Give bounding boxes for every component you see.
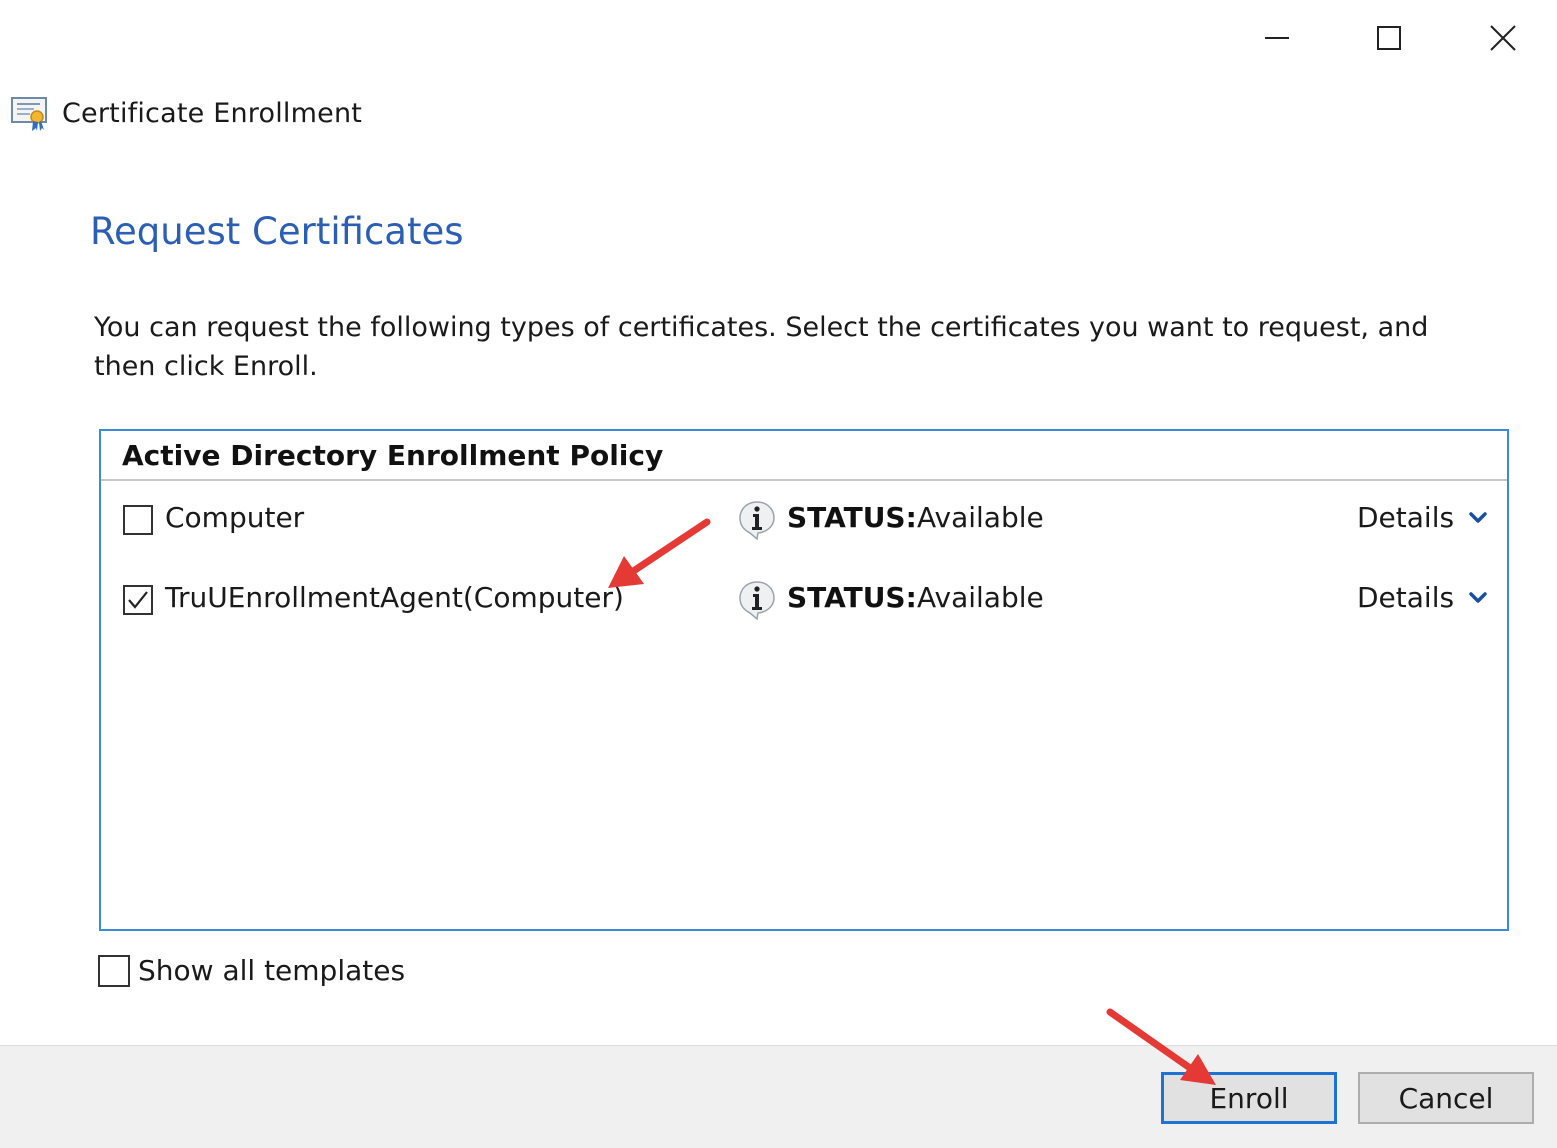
details-label: Details: [1357, 581, 1455, 614]
instructions-text: You can request the following types of c…: [94, 312, 1429, 382]
minimize-icon: [1265, 37, 1289, 39]
certificate-icon: [11, 97, 47, 131]
computer-checkbox[interactable]: [123, 505, 153, 535]
maximize-button[interactable]: [1334, 8, 1444, 68]
app-title: Certificate Enrollment: [62, 97, 363, 129]
dialog-footer: Enroll Cancel: [0, 1045, 1557, 1148]
details-toggle-computer[interactable]: Details: [1357, 501, 1488, 534]
page-title: Request Certificates: [90, 210, 464, 253]
app-header: Certificate Enrollment: [10, 88, 362, 138]
checkmark-icon: [128, 591, 148, 609]
info-icon: [739, 581, 775, 621]
chevron-down-icon: [1469, 591, 1487, 603]
show-all-templates-label[interactable]: Show all templates: [138, 954, 405, 987]
details-label: Details: [1357, 501, 1455, 534]
maximize-icon: [1377, 26, 1401, 50]
info-icon: [739, 501, 775, 541]
certificate-name[interactable]: TruUEnrollmentAgent(Computer): [165, 581, 624, 614]
close-icon: [1490, 25, 1516, 51]
chevron-down-icon: [1469, 511, 1487, 523]
certificate-row-truuenrollmentagent: TruUEnrollmentAgent(Computer) STATUS: Av…: [101, 569, 1507, 633]
status-value: Available: [917, 581, 1044, 614]
certificate-name[interactable]: Computer: [165, 501, 304, 534]
close-button[interactable]: [1448, 8, 1557, 68]
status-value: Available: [917, 501, 1044, 534]
minimize-button[interactable]: [1222, 8, 1332, 68]
enroll-button[interactable]: Enroll: [1161, 1072, 1337, 1124]
certificate-enrollment-window: Certificate Enrollment Request Certifica…: [0, 0, 1557, 1148]
status-label: STATUS:: [787, 581, 917, 614]
cancel-button[interactable]: Cancel: [1358, 1072, 1534, 1124]
certificate-row-computer: Computer STATUS: Available Details: [101, 489, 1507, 553]
status-label: STATUS:: [787, 501, 917, 534]
show-all-templates-checkbox[interactable]: [98, 954, 130, 987]
truuenrollmentagent-checkbox[interactable]: [123, 585, 153, 615]
show-all-templates-option[interactable]: Show all templates: [98, 954, 405, 987]
details-toggle-truuenrollmentagent[interactable]: Details: [1357, 581, 1488, 614]
enrollment-policy-panel: Active Directory Enrollment Policy Compu…: [99, 429, 1509, 931]
policy-header: Active Directory Enrollment Policy: [101, 431, 1507, 481]
